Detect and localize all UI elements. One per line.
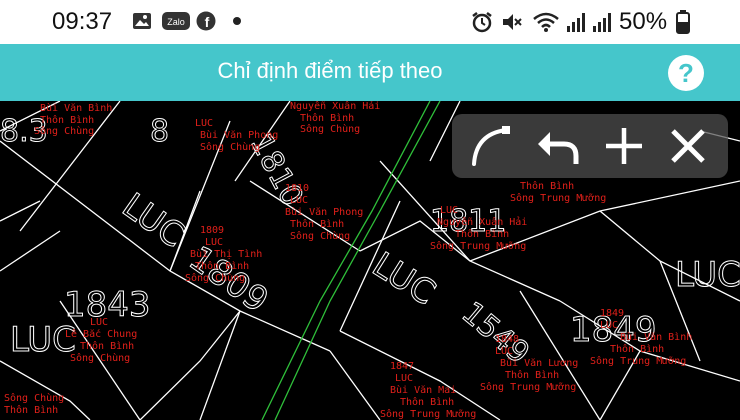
- page-title: Chỉ định điểm tiếp theo: [217, 58, 443, 83]
- place-label: Sông Chùng: [34, 125, 94, 137]
- zalo-label: Zalo: [167, 17, 185, 27]
- parcel-number: 1849: [600, 308, 624, 319]
- place-label: Thôn Bình: [40, 114, 94, 126]
- status-bar: 09:37 Zalo f 50%: [0, 0, 740, 44]
- parcel-name: LUC: [195, 118, 213, 129]
- place-label: Thôn Bình: [300, 112, 354, 124]
- owner-label: Nguyễn Xuân Hải: [437, 216, 527, 228]
- facebook-icon: f: [196, 11, 216, 31]
- mute-icon: [503, 14, 522, 30]
- help-button[interactable]: ?: [668, 55, 704, 91]
- drawing-toolbar: [452, 114, 728, 178]
- parcel-name: LUC: [600, 320, 618, 331]
- place-label: Thôn Bình: [400, 396, 454, 408]
- parcel-name: LUC: [440, 205, 458, 216]
- wifi-icon: [533, 12, 559, 32]
- place-label: Sông Chùng: [290, 230, 350, 242]
- place-label: Sông Chùng: [200, 141, 260, 153]
- owner-label: Bùi Văn Lương: [500, 357, 578, 369]
- undo-icon[interactable]: [534, 122, 582, 170]
- signal-icon: [567, 13, 585, 32]
- owner-label: Nguyễn Xuân Hải: [290, 101, 380, 112]
- parcel-class: LUC: [365, 245, 442, 314]
- place-label: Sông Chùng: [4, 392, 64, 404]
- title-bar: Chỉ định điểm tiếp theo: [0, 44, 740, 101]
- parcel-name: LUC: [495, 346, 513, 357]
- owner-label: Bùi Văn Mai: [390, 384, 456, 396]
- owner-label: Bùi Thị Tình: [190, 248, 262, 260]
- image-icon: [133, 13, 151, 29]
- place-label: Sông Trung Mưỡng: [380, 408, 476, 420]
- place-label: Thôn Bình: [195, 260, 249, 272]
- arc-icon[interactable]: [468, 122, 516, 170]
- owner-label: Bùi Văn Phong: [285, 206, 363, 218]
- parcel-number-partial: 8: [150, 114, 169, 149]
- parcel-name: LUC: [290, 195, 308, 206]
- parcel-number: 1810: [285, 183, 309, 194]
- place-label: Sông Trung Mưỡng: [510, 192, 606, 204]
- battery-percent: 50%: [619, 8, 668, 35]
- place-label: Sông Chùng: [300, 123, 360, 135]
- parcel-number: 1847: [390, 361, 414, 372]
- owner-label: Bùi Văn Bình: [620, 331, 692, 343]
- place-label: Thôn Bình: [520, 180, 574, 192]
- add-icon[interactable]: [600, 122, 648, 170]
- place-label: Thôn Bình: [290, 218, 344, 230]
- place-label: Thôn Bình: [80, 340, 134, 352]
- svg-text:f: f: [205, 14, 210, 30]
- place-label: Sông Chùng: [185, 272, 245, 284]
- parcel-name: LUC: [205, 237, 223, 248]
- status-time: 09:37: [52, 8, 113, 35]
- parcel-number: 1809: [200, 225, 224, 236]
- parcel-class: LUC: [675, 255, 740, 295]
- place-label: Sông Chùng: [70, 352, 130, 364]
- place-label: Thôn Bình: [4, 404, 58, 416]
- parcel-number: 1848: [495, 334, 519, 345]
- zalo-icon: Zalo: [162, 12, 190, 30]
- parcel-name: LUC: [90, 317, 108, 328]
- alarm-icon: [472, 12, 492, 33]
- parcel-name: LUC: [395, 373, 413, 384]
- place-label: Thôn Bình: [610, 343, 664, 355]
- owner-label: Bùi Văn Bình: [40, 102, 112, 114]
- place-label: Sông Trung Mưỡng: [480, 381, 576, 393]
- place-label: Sông Trung Mưỡng: [430, 240, 526, 252]
- owner-label: Lê Bắc Chung: [65, 328, 137, 340]
- close-icon[interactable]: [664, 122, 712, 170]
- dot-icon: [233, 17, 241, 25]
- signal-icon-2: [593, 13, 611, 32]
- parcel-class: LUC: [10, 320, 76, 360]
- owner-label: Bùi Văn Phong: [200, 129, 278, 141]
- battery-icon: [676, 10, 690, 34]
- place-label: Thôn Bình: [455, 228, 509, 240]
- place-label: Sông Trung Mưỡng: [590, 355, 686, 367]
- place-label: Thôn Bình: [505, 369, 559, 381]
